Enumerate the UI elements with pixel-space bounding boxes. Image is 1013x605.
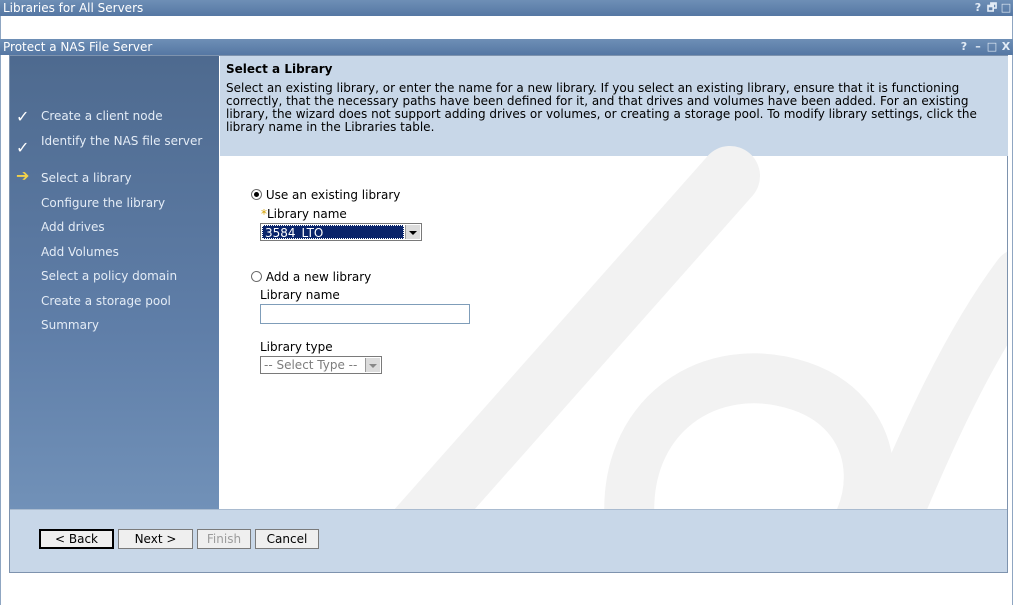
use-existing-library-option[interactable]: Use an existing library <box>251 188 400 202</box>
checkmark-icon: ✓ <box>16 107 30 126</box>
add-new-label: Add a new library <box>265 270 372 284</box>
add-new-radio[interactable] <box>251 271 262 282</box>
page-title: Select a Library <box>226 62 333 76</box>
step-label: Create a client node <box>41 109 163 123</box>
help-icon[interactable]: ? <box>957 39 971 55</box>
step-label: Identify the NAS file server <box>41 134 203 148</box>
wizard-title: Protect a NAS File Server <box>3 40 153 54</box>
maximize-icon[interactable]: □ <box>985 39 999 55</box>
step-label: Add Volumes <box>41 245 119 259</box>
page-description: Select an existing library, or enter the… <box>226 81 977 134</box>
add-new-library-option[interactable]: Add a new library <box>251 270 371 284</box>
existing-library-name-label: *Library name <box>261 207 347 221</box>
use-existing-radio[interactable] <box>251 189 262 200</box>
chevron-down-icon[interactable] <box>365 358 380 372</box>
close-icon[interactable]: X <box>999 39 1013 55</box>
wizard-titlebar: Protect a NAS File Server ? – □ X <box>0 39 1013 55</box>
current-step-arrow-icon: ➔ <box>16 166 30 185</box>
minimize-icon[interactable]: – <box>971 39 985 55</box>
step-label: Create a storage pool <box>41 294 171 308</box>
library-type-select[interactable]: -- Select Type -- <box>260 356 382 374</box>
new-library-name-input[interactable] <box>260 304 470 324</box>
step-label: Summary <box>41 318 99 332</box>
restore-icon[interactable]: 🗗 <box>985 0 999 16</box>
maximize-icon[interactable]: □ <box>999 0 1013 16</box>
cancel-button[interactable]: Cancel <box>255 529 319 549</box>
wizard-steps-panel: ✓ Create a client node ✓ Identify the NA… <box>10 56 219 509</box>
chevron-down-icon[interactable] <box>405 225 420 239</box>
step-label: Add drives <box>41 220 105 234</box>
checkmark-icon: ✓ <box>16 138 30 157</box>
help-icon[interactable]: ? <box>971 0 985 16</box>
wizard-content: Select a Library Select an existing libr… <box>220 56 1008 509</box>
outer-window-title: Libraries for All Servers <box>3 1 144 15</box>
library-type-value: -- Select Type -- <box>264 358 358 372</box>
description-area: Select a Library Select an existing libr… <box>220 56 1008 156</box>
wizard-panel: ✓ Create a client node ✓ Identify the NA… <box>9 55 1008 573</box>
wizard-button-bar: < Back Next > Finish Cancel <box>10 509 1007 572</box>
use-existing-label: Use an existing library <box>265 188 401 202</box>
back-button[interactable]: < Back <box>39 529 114 549</box>
step-label: Configure the library <box>41 196 166 210</box>
finish-button: Finish <box>197 529 251 549</box>
step-label: Select a library <box>41 171 132 185</box>
library-name-select[interactable]: 3584_LTO <box>260 223 422 241</box>
step-label: Select a policy domain <box>41 269 178 283</box>
outer-window-titlebar: Libraries for All Servers ? 🗗 □ <box>0 0 1013 16</box>
library-select-value: 3584_LTO <box>262 225 404 240</box>
next-button[interactable]: Next > <box>118 529 193 549</box>
new-library-name-label: Library name <box>260 288 340 302</box>
library-type-label: Library type <box>260 340 333 354</box>
